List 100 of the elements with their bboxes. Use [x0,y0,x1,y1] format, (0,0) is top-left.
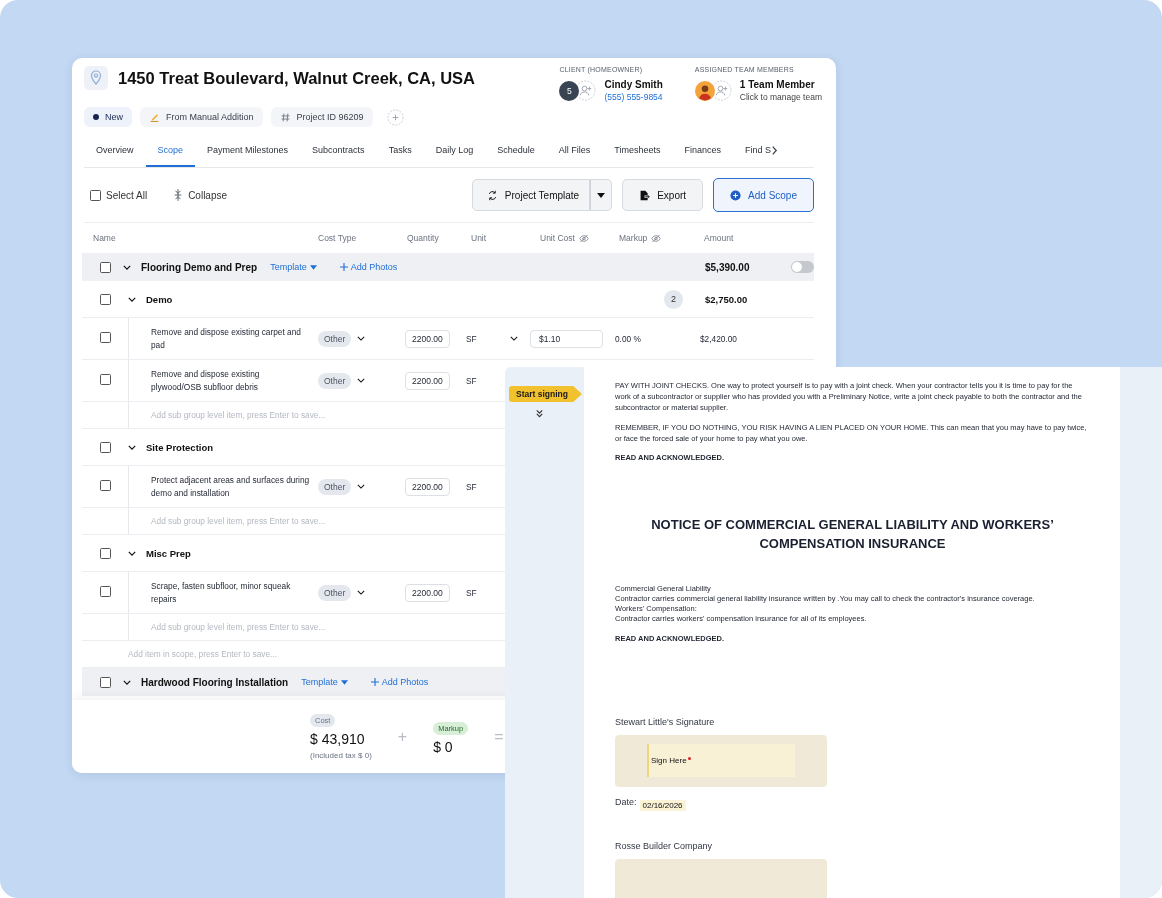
tab[interactable]: Payment Milestones [195,134,301,167]
cost-type-pill[interactable]: Other [318,330,352,347]
date-field[interactable]: 02/16/2026 [639,799,686,811]
signature-box[interactable]: Sign Here [615,734,827,787]
sign-here-field[interactable]: Sign Here [647,744,795,778]
chevron-down-icon[interactable] [510,336,518,341]
group-amount: $5,390.00 [705,261,751,273]
column-header[interactable]: Amount [704,233,734,243]
signature-label: Stewart Little's Signature [615,716,716,727]
add-person-icon[interactable] [575,80,597,101]
add-item-field[interactable]: Add sub group level item, press Enter to save... [128,508,483,534]
tab[interactable]: Timesheets [602,134,673,167]
checkbox[interactable] [100,480,111,491]
add-photos-link[interactable]: Add Photos [339,262,398,272]
quantity-field[interactable]: 2200.00 [405,329,450,348]
double-chevron-down-icon[interactable] [535,409,544,418]
project-chip[interactable]: New [84,107,132,127]
subgroup-name: Misc Prep [146,547,191,559]
column-header[interactable]: Quantity [407,233,439,243]
export-button[interactable]: Export [622,179,704,211]
team-hint[interactable]: Click to manage team [739,92,822,102]
dropdown-button[interactable] [590,179,613,211]
chevron-right-icon[interactable] [770,145,778,156]
column-header[interactable]: Unit Cost [540,233,589,243]
checkbox[interactable] [100,547,111,559]
collapse-label[interactable]: Collapse [188,189,228,201]
tab[interactable]: Daily Log [423,134,486,167]
column-header[interactable]: Cost Type [318,233,357,243]
quantity-field[interactable]: 2200.00 [405,583,450,602]
cost-total: $ 43,910 [310,730,365,747]
equals-sign: = [494,727,504,746]
project-chip[interactable]: Project ID 96209 [270,107,373,127]
subgroup-amount: $2,750.00 [705,293,749,305]
tab[interactable]: Tasks [376,134,424,167]
chevron-down-icon[interactable] [357,484,366,489]
item-name: Protect adjacent areas and surfaces during demo and installation [151,474,310,499]
chevron-down-icon[interactable] [357,336,366,341]
subgroup-name: Demo [146,293,173,305]
checkbox[interactable] [100,374,111,385]
checkbox[interactable] [100,586,111,597]
template-link[interactable]: Template [270,262,317,272]
tab[interactable]: Finances [672,134,733,167]
plus-sign: + [397,727,408,746]
eye-slash-icon[interactable] [578,233,589,243]
plus-circle-icon [730,189,742,201]
checkbox[interactable] [100,261,111,273]
status-dot-icon [93,114,99,120]
project-chip[interactable]: From Manual Addition [140,107,263,127]
start-signing-tag[interactable]: Start signing [509,386,582,402]
template-link[interactable]: Template [301,677,348,687]
chevron-down-icon[interactable] [128,296,136,302]
eye-slash-icon[interactable] [651,233,662,243]
checkbox[interactable] [100,441,111,453]
add-item-field[interactable]: Add sub group level item, press Enter to save... [128,614,483,640]
scope-group-name: Hardwood Flooring Installation [141,676,289,688]
cost-type-pill[interactable]: Other [318,478,352,495]
cost-type-pill[interactable]: Other [318,372,352,389]
unit-cost-field[interactable]: $1.10 [530,329,603,348]
add-item-field[interactable]: Add sub group level item, press Enter to save... [128,402,483,428]
phone-link[interactable]: (555) 555-9854 [604,92,663,102]
select-all-label[interactable]: Select All [106,189,148,201]
column-header[interactable]: Unit [471,233,487,243]
scope-group-name: Flooring Demo and Prep [141,261,258,273]
quantity-field[interactable]: 2200.00 [405,477,450,496]
plus-icon [370,678,379,686]
chevron-down-icon[interactable] [128,550,136,556]
chevron-down-icon[interactable] [123,264,131,270]
checkbox[interactable] [90,189,101,201]
project-address: 1450 Treat Boulevard, Walnut Creek, CA, USA [118,68,475,88]
column-header[interactable]: Markup [619,233,662,243]
client-name: Cindy Smith [604,79,663,90]
toggle-switch[interactable] [791,261,814,273]
chevron-down-icon[interactable] [357,590,366,595]
column-header[interactable]: Name [93,233,116,243]
tab[interactable]: Schedule [485,134,547,167]
item-name: Scrape, fasten subfloor, minor squeak repairs [151,580,292,605]
add-photos-link[interactable]: Add Photos [370,677,429,687]
chevron-down-icon[interactable] [357,378,366,383]
item-name: Remove and dispose existing carpet and pad [151,326,302,351]
quantity-field[interactable]: 2200.00 [405,371,450,390]
unit-label: SF [466,481,477,492]
project-template-button[interactable]: Project Template [471,179,591,211]
tab[interactable]: Overview [84,134,146,167]
tab[interactable]: Subcontracts [300,134,377,167]
collapse-icon[interactable] [173,188,184,202]
date-label: Date: [615,796,637,807]
checkbox[interactable] [100,332,111,343]
tab[interactable]: Scope [145,134,196,167]
item-name: Remove and dispose existing plywood/OSB subfloor debris [151,368,261,393]
hash-icon [279,111,291,123]
chevron-down-icon[interactable] [128,444,136,450]
document-heading: NOTICE OF COMMERCIAL GENERAL LIABILITY AND WORKERS’ COMPENSATION INSURANCE [650,516,1055,554]
tab[interactable]: All Files [546,134,603,167]
cost-type-pill[interactable]: Other [318,584,352,601]
chevron-down-icon[interactable] [123,679,131,685]
subgroup-name: Site Protection [146,441,214,453]
checkbox[interactable] [100,293,111,305]
tab[interactable]: Find S [732,134,771,167]
add-scope-button[interactable]: Add Scope [713,178,814,212]
checkbox[interactable] [100,676,111,688]
